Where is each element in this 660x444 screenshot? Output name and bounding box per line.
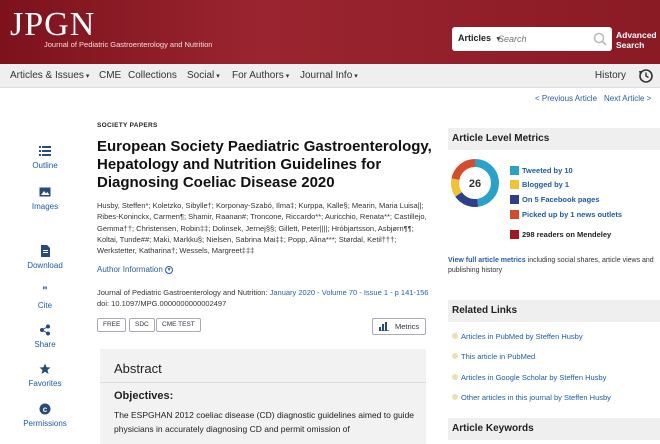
nav-journal-info[interactable]: Journal Info ▾ xyxy=(300,70,358,81)
quote-icon: " xyxy=(42,285,48,297)
related-links-heading: Related Links xyxy=(448,300,660,322)
abstract-heading: Abstract xyxy=(114,361,162,376)
image-icon xyxy=(39,187,51,197)
nav-cme[interactable]: CME xyxy=(99,70,121,81)
abstract-section: Abstract Objectives: The ESPGHAN 2012 co… xyxy=(100,349,426,444)
logo-subtitle: Journal of Pediatric Gastroenterology an… xyxy=(44,40,213,49)
site-header: JPGN Journal of Pediatric Gastroenterolo… xyxy=(0,0,660,64)
objectives-heading: Objectives: xyxy=(114,390,174,402)
nav-for-authors[interactable]: For Authors ▾ xyxy=(232,70,289,81)
tag-sdc[interactable]: SDC xyxy=(129,318,155,332)
outline-icon xyxy=(39,146,51,156)
sidebar-label-download: Download xyxy=(27,261,63,270)
view-full-metrics-link[interactable]: View full article metrics xyxy=(448,257,526,264)
journal-logo[interactable]: JPGN Journal of Pediatric Gastroenterolo… xyxy=(10,6,213,50)
twitter-swatch-icon xyxy=(510,166,519,175)
download-icon xyxy=(41,245,50,257)
search-scope-select[interactable]: Articles ▼ xyxy=(458,33,502,43)
section-label: SOCIETY PAPERS xyxy=(97,122,158,129)
next-article-link[interactable]: Next Article > xyxy=(604,94,651,103)
sidebar-item-favorites[interactable]: Favorites xyxy=(0,363,90,388)
search-box: Articles ▼ xyxy=(452,27,612,51)
author-list[interactable]: Husby, Steffen*; Koletzko, Sibylle†; Kor… xyxy=(97,200,432,256)
sidebar-label-images: Images xyxy=(31,202,59,211)
star-icon xyxy=(39,363,51,374)
sidebar-label-favorites: Favorites xyxy=(28,379,62,388)
divider xyxy=(100,382,426,383)
sidebar-label-outline: Outline xyxy=(32,161,58,170)
share-icon xyxy=(40,324,50,336)
svg-text:c: c xyxy=(43,405,48,414)
logo-text: JPGN xyxy=(10,6,96,43)
bullet-icon xyxy=(452,374,458,380)
altmetric-score: 26 xyxy=(469,178,481,190)
article-title: European Society Paediatric Gastroentero… xyxy=(97,138,432,191)
sidebar-item-download[interactable]: Download xyxy=(0,245,90,270)
sidebar-item-outline[interactable]: Outline xyxy=(0,145,90,170)
bullet-icon xyxy=(452,394,458,400)
view-all-metrics: View full article metrics including soci… xyxy=(448,257,654,274)
search-icon[interactable] xyxy=(592,31,608,47)
blog-swatch-icon xyxy=(510,180,519,189)
sidebar-item-images[interactable]: Images xyxy=(0,186,90,211)
search-input[interactable] xyxy=(498,30,588,48)
bullet-icon xyxy=(452,353,458,359)
citation-block: Journal of Pediatric Gastroenterology an… xyxy=(97,287,432,309)
author-information-toggle[interactable]: Author Information ▼ xyxy=(97,265,174,274)
chevron-down-icon: ▾ xyxy=(285,73,290,80)
facebook-swatch-icon xyxy=(510,195,519,204)
nav-articles-issues[interactable]: Articles & Issues ▾ xyxy=(10,70,89,81)
bar-chart-icon xyxy=(379,322,389,331)
nav-social[interactable]: Social ▾ xyxy=(187,70,220,81)
copyright-icon: c xyxy=(39,403,51,415)
news-swatch-icon xyxy=(510,210,519,219)
sidebar-item-permissions[interactable]: c Permissions xyxy=(0,403,90,428)
article-level-metrics-heading: Article Level Metrics xyxy=(448,128,660,150)
issue-link[interactable]: January 2020 - Volume 70 - Issue 1 - p 1… xyxy=(270,288,429,297)
mendeley-swatch-icon xyxy=(510,230,519,239)
metrics-button[interactable]: Metrics xyxy=(372,318,426,335)
sidebar-label-share: Share xyxy=(34,340,56,349)
objectives-text: The ESPGHAN 2012 coeliac disease (CD) di… xyxy=(114,410,415,434)
sidebar-item-share[interactable]: Share xyxy=(0,324,90,349)
tag-free[interactable]: FREE xyxy=(97,318,127,332)
sidebar-item-cite[interactable]: " Cite xyxy=(0,285,90,310)
advanced-search-link[interactable]: Advanced Search xyxy=(616,30,657,50)
previous-article-link[interactable]: < Previous Article xyxy=(535,94,597,103)
bullet-icon xyxy=(452,333,458,339)
chevron-down-icon: ▾ xyxy=(354,73,358,80)
chevron-down-icon: ▾ xyxy=(85,73,90,80)
sidebar-label-permissions: Permissions xyxy=(23,419,67,428)
altmetric-badge[interactable]: 26 xyxy=(450,158,500,208)
nav-collections[interactable]: Collections xyxy=(128,70,177,81)
chevron-down-icon: ▾ xyxy=(216,73,220,80)
sidebar-label-cite: Cite xyxy=(37,301,53,310)
journal-name: Journal of Pediatric Gastroenterology an… xyxy=(97,288,268,297)
tag-cme-test[interactable]: CME TEST xyxy=(156,318,201,332)
history-icon[interactable] xyxy=(638,68,654,84)
doi: doi: 10.1097/MPG.0000000000002497 xyxy=(97,299,227,308)
chevron-down-icon: ▼ xyxy=(165,265,174,274)
main-nav: Articles & Issues ▾ CME Collections Socia… xyxy=(0,64,660,88)
history-link[interactable]: History xyxy=(595,70,626,81)
